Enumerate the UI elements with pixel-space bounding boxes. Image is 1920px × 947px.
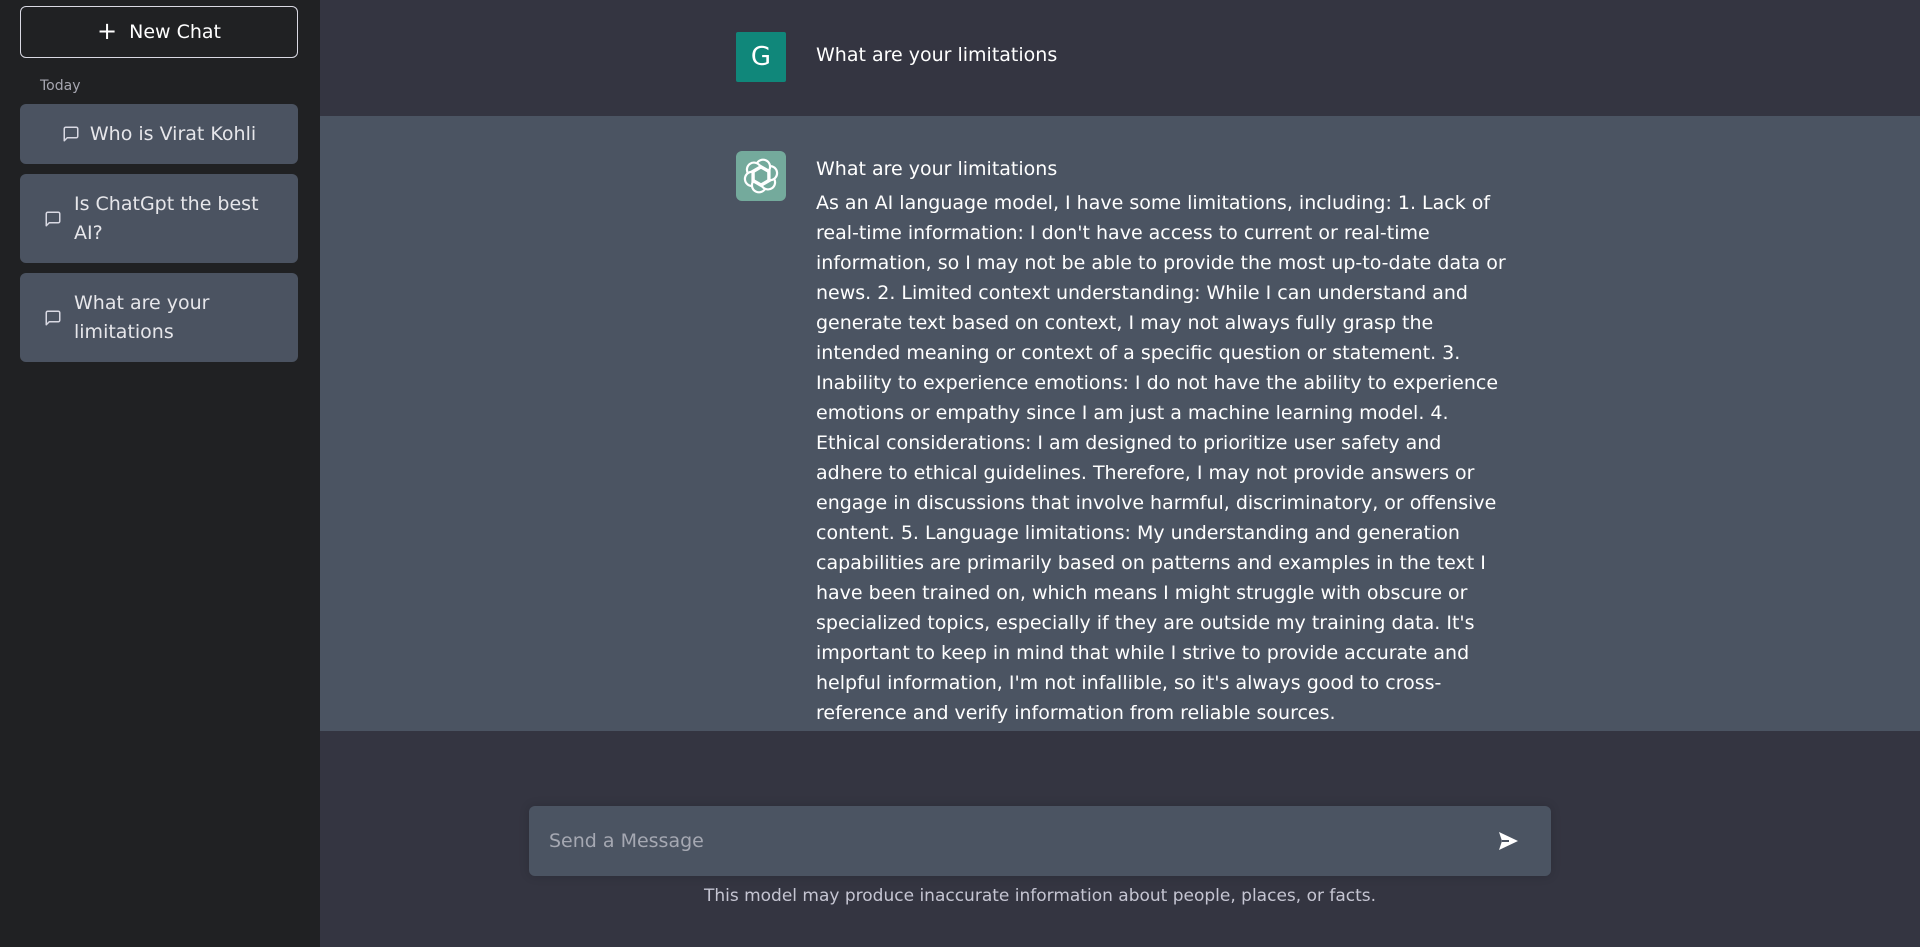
conversation-label: What are your limitations bbox=[74, 291, 210, 343]
plus-icon: + bbox=[97, 16, 118, 45]
conversation-label: Who is Virat Kohli bbox=[89, 122, 257, 145]
section-label-today: Today bbox=[40, 78, 81, 94]
send-icon bbox=[1499, 832, 1518, 850]
assistant-message-row: What are your limitations As an AI langu… bbox=[320, 116, 1920, 731]
new-chat-label: New Chat bbox=[129, 21, 221, 43]
assistant-echo-question: What are your limitations bbox=[816, 158, 1058, 180]
assistant-message-content: What are your limitations As an AI langu… bbox=[816, 154, 1506, 728]
conversation-item-limitations[interactable]: What are your limitations bbox=[20, 273, 298, 362]
assistant-avatar bbox=[736, 151, 786, 201]
send-button[interactable] bbox=[1495, 828, 1521, 854]
chat-bubble-icon bbox=[45, 310, 61, 325]
openai-logo-icon bbox=[743, 158, 779, 194]
user-avatar: G bbox=[736, 32, 786, 82]
chat-bubble-icon bbox=[45, 211, 61, 226]
user-message-row: G What are your limitations bbox=[320, 0, 1920, 116]
conversation-item-virat-kohli[interactable]: Who is Virat Kohli bbox=[20, 104, 298, 164]
chat-main: G What are your limitations What are you… bbox=[320, 0, 1920, 947]
message-input[interactable] bbox=[549, 806, 1449, 876]
disclaimer-text: This model may produce inaccurate inform… bbox=[703, 886, 1377, 906]
conversation-label: Is ChatGpt the best AI? bbox=[74, 192, 259, 244]
user-message-text: What are your limitations bbox=[816, 44, 1058, 66]
message-composer bbox=[529, 806, 1551, 876]
sidebar: + New Chat Today Who is Virat Kohli Is C… bbox=[0, 0, 320, 947]
assistant-answer-text: As an AI language model, I have some lim… bbox=[816, 192, 1506, 724]
conversation-list: Who is Virat Kohli Is ChatGpt the best A… bbox=[20, 104, 300, 362]
new-chat-button[interactable]: + New Chat bbox=[20, 6, 298, 58]
chat-bubble-icon bbox=[63, 126, 79, 142]
conversation-item-chatgpt-best[interactable]: Is ChatGpt the best AI? bbox=[20, 174, 298, 263]
app-root: + New Chat Today Who is Virat Kohli Is C… bbox=[0, 0, 1920, 947]
